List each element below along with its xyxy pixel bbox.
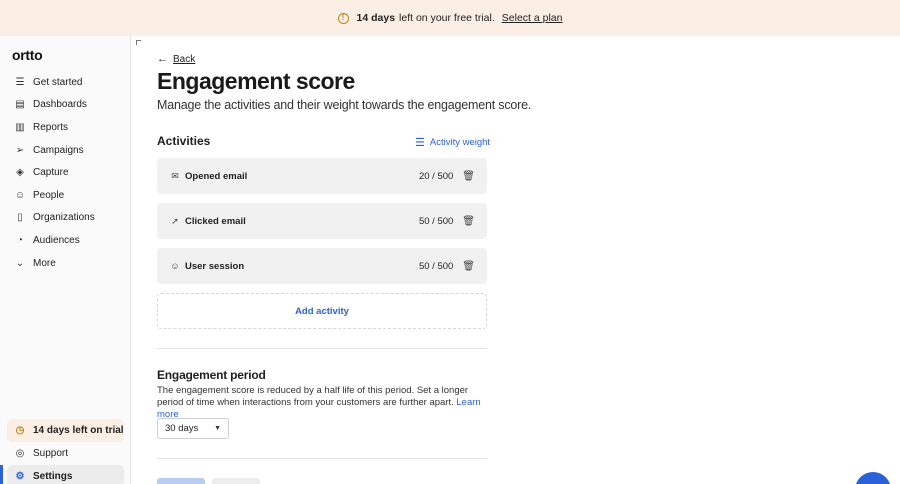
trial-days: 14 days bbox=[356, 12, 396, 24]
activity-weight-button[interactable]: ☰ Activity weight bbox=[415, 136, 490, 149]
sidebar-item-label: Get started bbox=[33, 76, 83, 88]
activity-name: Clicked email bbox=[185, 215, 246, 227]
trash-icon[interactable]: 🗑 bbox=[462, 171, 475, 182]
activity-row[interactable]: ✉ Opened email 20 / 500 🗑 bbox=[157, 158, 487, 194]
period-desc-text: The engagement score is reduced by a hal… bbox=[157, 385, 469, 408]
logo[interactable]: ortto bbox=[12, 47, 43, 63]
back-label: Back bbox=[173, 53, 196, 65]
sidebar-item-label: 14 days left on trial bbox=[33, 425, 124, 436]
divider bbox=[157, 348, 487, 349]
sidebar-bottom: ◷ 14 days left on trial ◎ Support ⚙ Sett… bbox=[0, 419, 124, 484]
sidebar-item-organizations[interactable]: ▯ Organizations bbox=[7, 207, 124, 230]
checklist-icon: ☰ bbox=[15, 76, 25, 88]
sidebar-item-label: Campaigns bbox=[33, 144, 84, 156]
activity-row[interactable]: ➚ Clicked email 50 / 500 🗑 bbox=[157, 203, 487, 239]
add-activity-button[interactable]: Add activity bbox=[157, 293, 487, 329]
sidebar-item-label: Reports bbox=[33, 121, 69, 133]
activities-heading: Activities bbox=[157, 134, 211, 148]
pie-icon: ◔ bbox=[16, 234, 24, 246]
envelope-icon: ✉ bbox=[171, 170, 179, 181]
activity-weight-label: Activity weight bbox=[429, 137, 491, 148]
cancel-button[interactable] bbox=[212, 478, 260, 484]
user-icon: ☺ bbox=[170, 261, 180, 271]
save-button[interactable] bbox=[157, 478, 205, 484]
sidebar-item-people[interactable]: ☺ People bbox=[7, 184, 124, 207]
select-plan-link[interactable]: Select a plan bbox=[502, 12, 563, 24]
sidebar-item-dashboards[interactable]: ▤ Dashboards bbox=[7, 94, 124, 117]
active-indicator bbox=[0, 465, 3, 484]
activity-score: 50 / 500 bbox=[418, 215, 454, 227]
dashboard-icon: ▤ bbox=[15, 99, 25, 111]
chevron-down-icon: ▼ bbox=[214, 425, 221, 432]
sidebar-item-trial[interactable]: ◷ 14 days left on trial bbox=[7, 419, 124, 442]
sidebar-item-label: People bbox=[33, 189, 65, 201]
sidebar-item-reports[interactable]: ▥ Reports bbox=[7, 116, 124, 139]
sidebar: ortto ☰ Get started ▤ Dashboards ▥ Repor… bbox=[0, 36, 131, 484]
sliders-icon: ☰ bbox=[415, 137, 425, 149]
sidebar-item-label: More bbox=[33, 257, 56, 269]
activity-score: 50 / 500 bbox=[418, 260, 454, 272]
sidebar-item-audiences[interactable]: ◔ Audiences bbox=[7, 229, 124, 252]
sidebar-item-settings[interactable]: ⚙ Settings bbox=[0, 465, 124, 484]
sidebar-item-more[interactable]: ⌄ More bbox=[7, 252, 124, 275]
clock-icon: ◷ bbox=[15, 425, 25, 436]
page-subtitle: Manage the activities and their weight t… bbox=[157, 98, 532, 112]
engagement-period-heading: Engagement period bbox=[157, 368, 266, 382]
trial-banner: ! 14 days left on your free trial. Selec… bbox=[0, 0, 900, 36]
warning-icon: ! bbox=[337, 12, 349, 24]
activity-row[interactable]: ☺ User session 50 / 500 🗑 bbox=[157, 248, 487, 284]
capture-icon: ◈ bbox=[16, 167, 24, 179]
page-title: Engagement score bbox=[157, 68, 355, 94]
bar-chart-icon: ▥ bbox=[15, 121, 25, 133]
lifebuoy-icon: ◎ bbox=[15, 448, 25, 459]
main-content: ← Back Engagement score Manage the activ… bbox=[131, 36, 900, 484]
sidebar-item-capture[interactable]: ◈ Capture bbox=[7, 161, 124, 184]
activity-score: 20 / 500 bbox=[418, 170, 454, 182]
engagement-period-description: The engagement score is reduced by a hal… bbox=[157, 385, 491, 421]
sidebar-item-campaigns[interactable]: ➢ Campaigns bbox=[7, 139, 124, 162]
trash-icon[interactable]: 🗑 bbox=[462, 216, 475, 227]
arrow-left-icon: ← bbox=[157, 53, 168, 65]
sidebar-item-label: Audiences bbox=[33, 234, 80, 246]
cursor-icon: ➚ bbox=[171, 215, 179, 226]
sidebar-nav: ☰ Get started ▤ Dashboards ▥ Reports ➢ C… bbox=[7, 71, 124, 274]
period-select-value: 30 days bbox=[165, 423, 199, 434]
sidebar-item-label: Dashboards bbox=[33, 99, 87, 111]
back-link[interactable]: ← Back bbox=[157, 53, 195, 65]
activity-name: User session bbox=[185, 260, 245, 272]
sidebar-item-label: Support bbox=[33, 448, 69, 459]
person-icon: ☺ bbox=[14, 189, 26, 201]
chevron-down-icon: ⌄ bbox=[15, 257, 25, 269]
activity-name: Opened email bbox=[185, 170, 248, 182]
sidebar-item-label: Organizations bbox=[33, 212, 95, 224]
sidebar-item-label: Capture bbox=[33, 167, 69, 179]
trial-text: left on your free trial. bbox=[399, 12, 495, 24]
sidebar-item-label: Settings bbox=[33, 471, 73, 482]
gear-icon: ⚙ bbox=[15, 471, 25, 482]
sidebar-item-support[interactable]: ◎ Support bbox=[7, 442, 124, 465]
building-icon: ▯ bbox=[17, 212, 23, 224]
trash-icon[interactable]: 🗑 bbox=[462, 261, 475, 272]
resize-corner-icon bbox=[136, 40, 141, 45]
period-select[interactable]: 30 days ▼ bbox=[157, 418, 229, 439]
sidebar-item-get-started[interactable]: ☰ Get started bbox=[7, 71, 124, 94]
send-icon: ➢ bbox=[15, 144, 25, 156]
divider bbox=[157, 458, 487, 459]
